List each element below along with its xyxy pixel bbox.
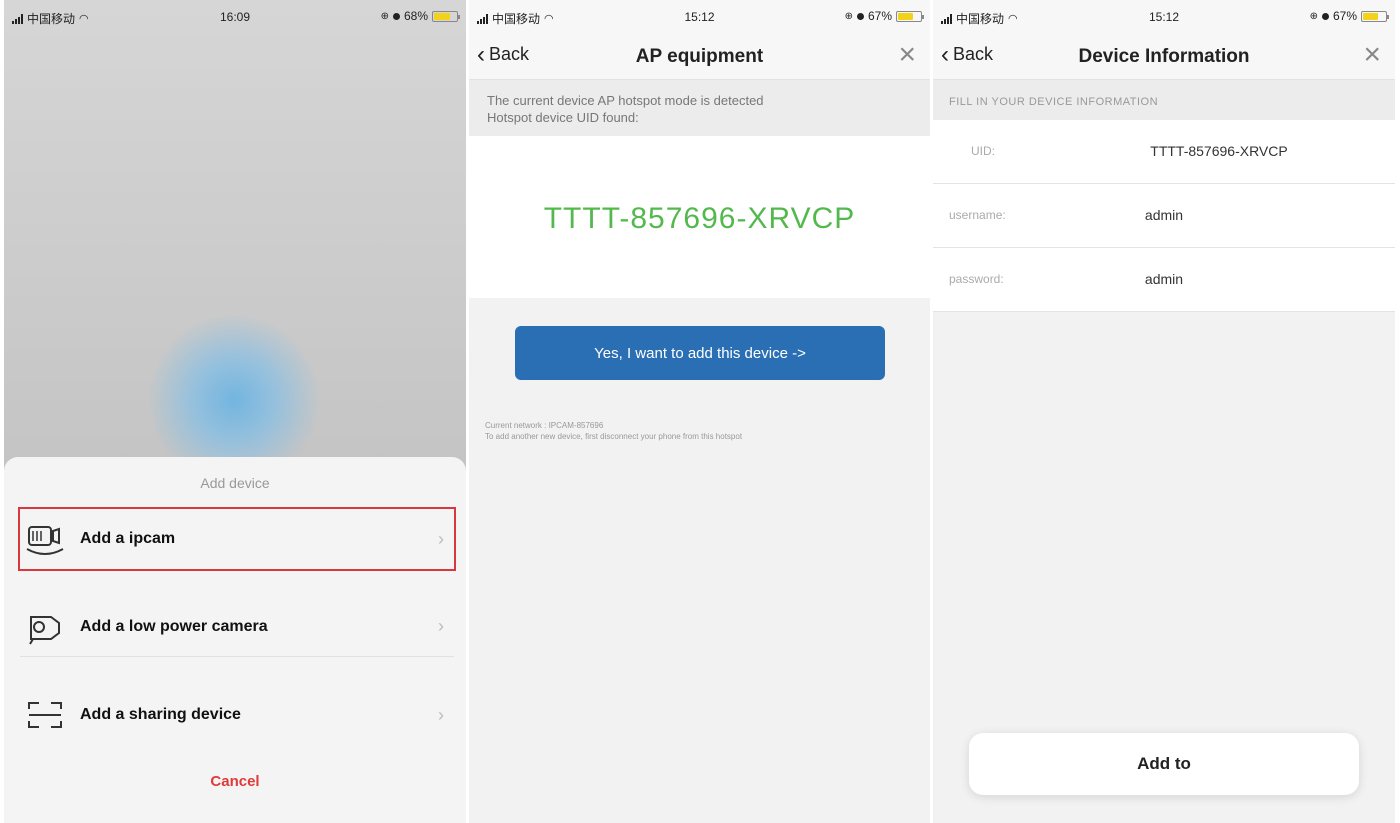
rotation-lock-icon: ⊕ (1309, 10, 1318, 22)
action-sheet: Add device Add a ipcam › Add a low power… (4, 457, 466, 823)
chevron-right-icon: › (438, 616, 444, 636)
cancel-button[interactable]: Cancel (4, 773, 466, 790)
alarm-icon (392, 12, 400, 20)
option-add-low-power-camera[interactable]: Add a low power camera › (20, 597, 454, 657)
sheet-title: Add device (200, 475, 270, 491)
detection-notice: The current device AP hotspot mode is de… (469, 80, 930, 136)
alarm-icon (1321, 12, 1329, 20)
status-bar: 中国移动 ◠ 15:12 ⊕ 67% (933, 0, 1395, 34)
add-device-button[interactable]: Yes, I want to add this device -> (515, 326, 885, 380)
field-value[interactable]: TTTT-857696-XRVCP (1043, 143, 1395, 159)
username-field[interactable]: username: admin (933, 184, 1395, 248)
page-title: AP equipment (635, 46, 764, 67)
device-information-screen: 中国移动 ◠ 15:12 ⊕ 67% ‹ Back Device Informa… (933, 0, 1395, 823)
section-title: FILL IN YOUR DEVICE INFORMATION (933, 80, 1395, 120)
add-to-button[interactable]: Add to (969, 733, 1359, 795)
option-label: Add a ipcam (80, 530, 176, 547)
status-bar: 中国移动 ◠ 16:09 ⊕ 68% (4, 0, 466, 34)
notice-line: Hotspot device UID found: (487, 110, 639, 125)
uid-display: TTTT-857696-XRVCP (469, 136, 930, 298)
alarm-icon (856, 12, 864, 20)
password-field[interactable]: password: admin (933, 248, 1395, 312)
ap-equipment-screen: 中国移动 ◠ 15:12 ⊕ 67% ‹ Back AP equipment ×… (469, 0, 930, 823)
option-label: Add a sharing device (80, 706, 241, 723)
field-value[interactable]: admin (933, 271, 1395, 287)
option-add-sharing-device[interactable]: Add a sharing device › (20, 685, 454, 745)
nav-bar: ‹ Back Device Information × (933, 34, 1395, 80)
low-power-camera-icon (20, 607, 70, 647)
device-info-form: UID: TTTT-857696-XRVCP username: admin p… (933, 120, 1395, 312)
battery-icon (432, 10, 460, 22)
current-network: Current network : IPCAM-857696 (485, 421, 604, 430)
close-icon[interactable]: × (1363, 38, 1381, 72)
notice-line: The current device AP hotspot mode is de… (487, 93, 764, 108)
battery-percent: 67% (867, 9, 892, 23)
uid-field[interactable]: UID: TTTT-857696-XRVCP (933, 120, 1395, 184)
rotation-lock-icon: ⊕ (844, 10, 853, 22)
add-device-screen: 中国移动 ◠ 16:09 ⊕ 68% Add device Add a ipca… (4, 0, 466, 823)
battery-percent: 67% (1332, 9, 1357, 23)
field-value[interactable]: admin (933, 207, 1395, 223)
battery-icon (1361, 10, 1389, 22)
status-bar: 中国移动 ◠ 15:12 ⊕ 67% (469, 0, 930, 34)
battery-percent: 68% (403, 9, 428, 23)
scan-frame-icon (20, 695, 70, 735)
rotation-lock-icon: ⊕ (380, 10, 389, 22)
battery-icon (896, 10, 924, 22)
page-title: Device Information (1078, 46, 1250, 67)
option-label: Add a low power camera (80, 617, 268, 635)
chevron-right-icon: › (438, 528, 444, 549)
close-icon[interactable]: × (898, 38, 916, 72)
found-uid: TTTT-857696-XRVCP (543, 202, 856, 235)
ipcam-icon (20, 519, 70, 559)
chevron-right-icon: › (438, 704, 444, 725)
option-add-ipcam[interactable]: Add a ipcam › (18, 507, 456, 571)
field-label: UID: (971, 144, 995, 158)
network-info: Current network : IPCAM-857696 To add an… (485, 420, 920, 442)
disconnect-hint: To add another new device, first disconn… (485, 432, 743, 441)
nav-bar: ‹ Back AP equipment × (469, 34, 930, 80)
